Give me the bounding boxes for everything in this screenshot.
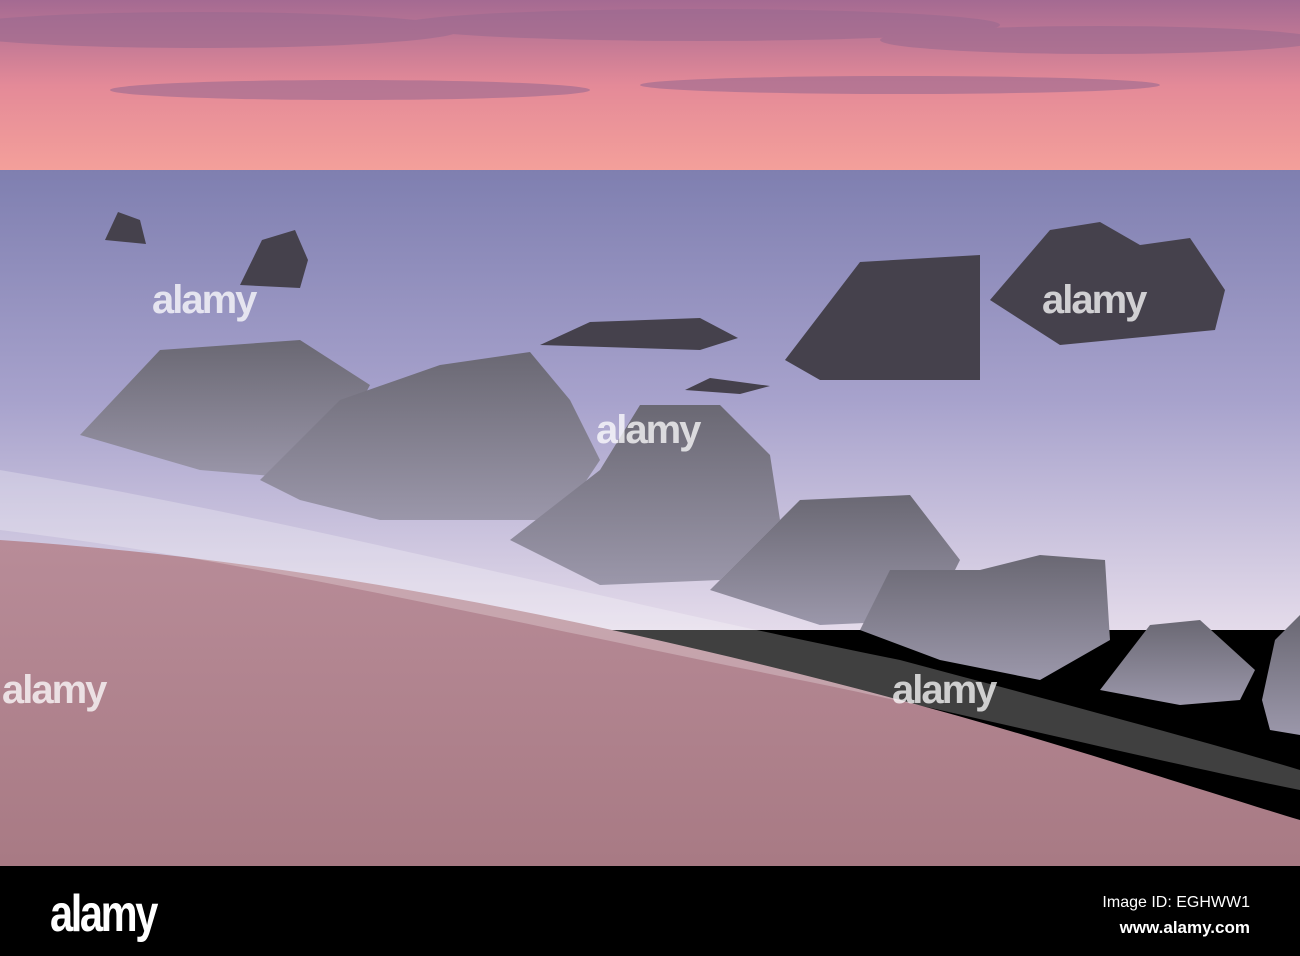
alamy-logo: alamy <box>50 885 158 943</box>
footer-bar: alamy Image ID: EGHWW1 www.alamy.com <box>0 866 1300 956</box>
image-id: Image ID: EGHWW1 <box>1102 894 1250 911</box>
watermark: alamy <box>1042 278 1147 322</box>
watermark: alamy <box>892 668 997 712</box>
website-link[interactable]: www.alamy.com <box>1120 918 1250 938</box>
watermark: alamy <box>596 408 701 452</box>
watermark: alamy <box>152 278 257 322</box>
watermark: alamy <box>2 668 107 712</box>
